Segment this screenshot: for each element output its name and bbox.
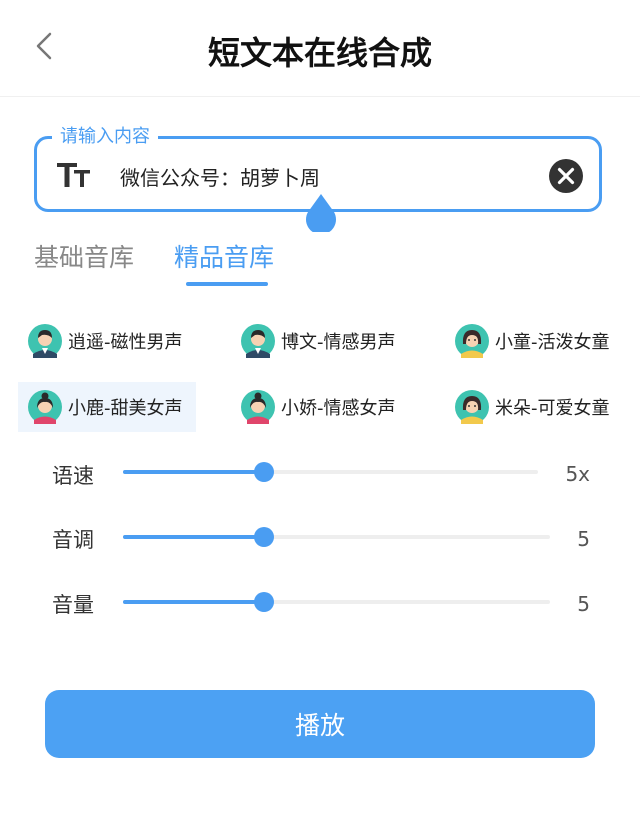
- pitch-slider-fill: [123, 535, 264, 539]
- voice-label: 小鹿-甜美女声: [68, 398, 183, 419]
- text-size-icon: [57, 163, 90, 187]
- speed-slider-fill: [123, 470, 265, 474]
- clear-icon[interactable]: [548, 158, 584, 194]
- voice-label: 博文-情感男声: [281, 332, 396, 353]
- tab-basic-library[interactable]: 基础音库: [34, 238, 134, 274]
- volume-slider[interactable]: [123, 592, 550, 612]
- top-bar: 短文本在线合成: [0, 0, 640, 97]
- active-tab-indicator: [186, 282, 268, 286]
- male-avatar-icon: [241, 324, 275, 358]
- volume-value: 5: [577, 592, 590, 616]
- voice-label: 米朵-可爱女童: [495, 398, 610, 419]
- female-avatar-icon: [28, 390, 62, 424]
- page-title: 短文本在线合成: [207, 34, 432, 72]
- content-input[interactable]: [120, 160, 530, 192]
- girl-avatar-icon: [455, 324, 489, 358]
- volume-label: 音量: [52, 593, 94, 617]
- voice-option[interactable]: 小童-活泼女童: [445, 316, 635, 366]
- tab-premium-library[interactable]: 精品音库: [174, 238, 274, 274]
- voice-option[interactable]: 博文-情感男声: [231, 316, 431, 366]
- speed-slider-thumb[interactable]: [254, 462, 275, 482]
- female-avatar-icon: [241, 390, 275, 424]
- pitch-value: 5: [577, 527, 590, 551]
- speed-value: 5x: [565, 462, 590, 486]
- pitch-slider-thumb[interactable]: [253, 527, 274, 547]
- girl-avatar-icon: [455, 390, 489, 424]
- cursor-handle-icon[interactable]: [303, 192, 339, 232]
- male-avatar-icon: [28, 324, 62, 358]
- voice-label: 小童-活泼女童: [495, 332, 610, 353]
- play-button[interactable]: 播放: [45, 690, 595, 758]
- pitch-slider[interactable]: [123, 527, 550, 547]
- voice-option[interactable]: 逍遥-磁性男声: [18, 316, 218, 366]
- volume-slider-thumb[interactable]: [253, 592, 274, 612]
- pitch-label: 音调: [52, 528, 94, 552]
- voice-option[interactable]: 米朵-可爱女童: [445, 382, 635, 432]
- volume-slider-fill: [123, 600, 264, 604]
- voice-label: 小娇-情感女声: [281, 398, 396, 419]
- voice-option-selected[interactable]: 小鹿-甜美女声: [18, 382, 196, 432]
- speed-slider[interactable]: [123, 462, 538, 482]
- speed-label: 语速: [52, 464, 94, 488]
- voice-option[interactable]: 小娇-情感女声: [231, 382, 431, 432]
- voice-label: 逍遥-磁性男声: [68, 332, 183, 353]
- input-legend: 请输入内容: [52, 125, 158, 149]
